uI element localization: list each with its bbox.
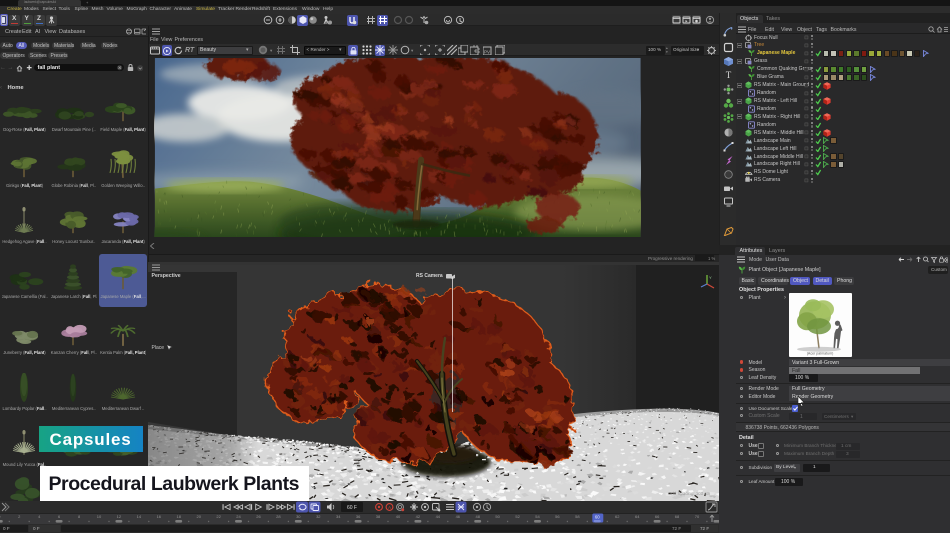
svg-text:2: 2 (18, 514, 21, 519)
svg-text:0: 0 (0, 514, 1, 519)
svg-text:34: 34 (336, 514, 341, 519)
svg-text:16: 16 (157, 514, 162, 519)
svg-text:8: 8 (78, 514, 81, 519)
svg-text:12: 12 (117, 514, 122, 519)
svg-text:60 F: 60 F (347, 505, 357, 511)
svg-text:PV: PV (483, 50, 489, 55)
svg-text:62: 62 (615, 514, 620, 519)
svg-text:52: 52 (515, 514, 520, 519)
svg-text:58: 58 (575, 514, 580, 519)
svg-text:30: 30 (296, 514, 301, 519)
svg-text:42: 42 (416, 514, 421, 519)
svg-text:40: 40 (396, 514, 401, 519)
svg-text:54: 54 (535, 514, 540, 519)
svg-text:44: 44 (436, 514, 441, 519)
svg-text:24: 24 (236, 514, 241, 519)
svg-text:14: 14 (137, 514, 142, 519)
svg-text:56: 56 (555, 514, 560, 519)
svg-text:20: 20 (196, 514, 201, 519)
svg-text:26: 26 (256, 514, 261, 519)
svg-text:28: 28 (276, 514, 281, 519)
svg-text:10: 10 (97, 514, 102, 519)
svg-text:64: 64 (635, 514, 640, 519)
svg-text:70: 70 (695, 514, 700, 519)
svg-text:66: 66 (655, 514, 660, 519)
svg-text:A: A (388, 505, 391, 510)
svg-text:(Acer palmatum): (Acer palmatum) (806, 351, 833, 355)
svg-text:36: 36 (356, 514, 361, 519)
svg-text:68: 68 (675, 514, 680, 519)
svg-text:46: 46 (456, 514, 461, 519)
svg-text:32: 32 (316, 514, 321, 519)
svg-text:22: 22 (216, 514, 221, 519)
svg-text:4: 4 (38, 514, 41, 519)
svg-text:18: 18 (176, 514, 181, 519)
svg-text:38: 38 (376, 514, 381, 519)
svg-text:T: T (725, 70, 731, 80)
svg-text:60: 60 (595, 514, 600, 519)
svg-text:6: 6 (58, 514, 61, 519)
svg-text:50: 50 (495, 514, 500, 519)
svg-text:48: 48 (475, 514, 480, 519)
svg-text:Y: Y (709, 275, 712, 280)
